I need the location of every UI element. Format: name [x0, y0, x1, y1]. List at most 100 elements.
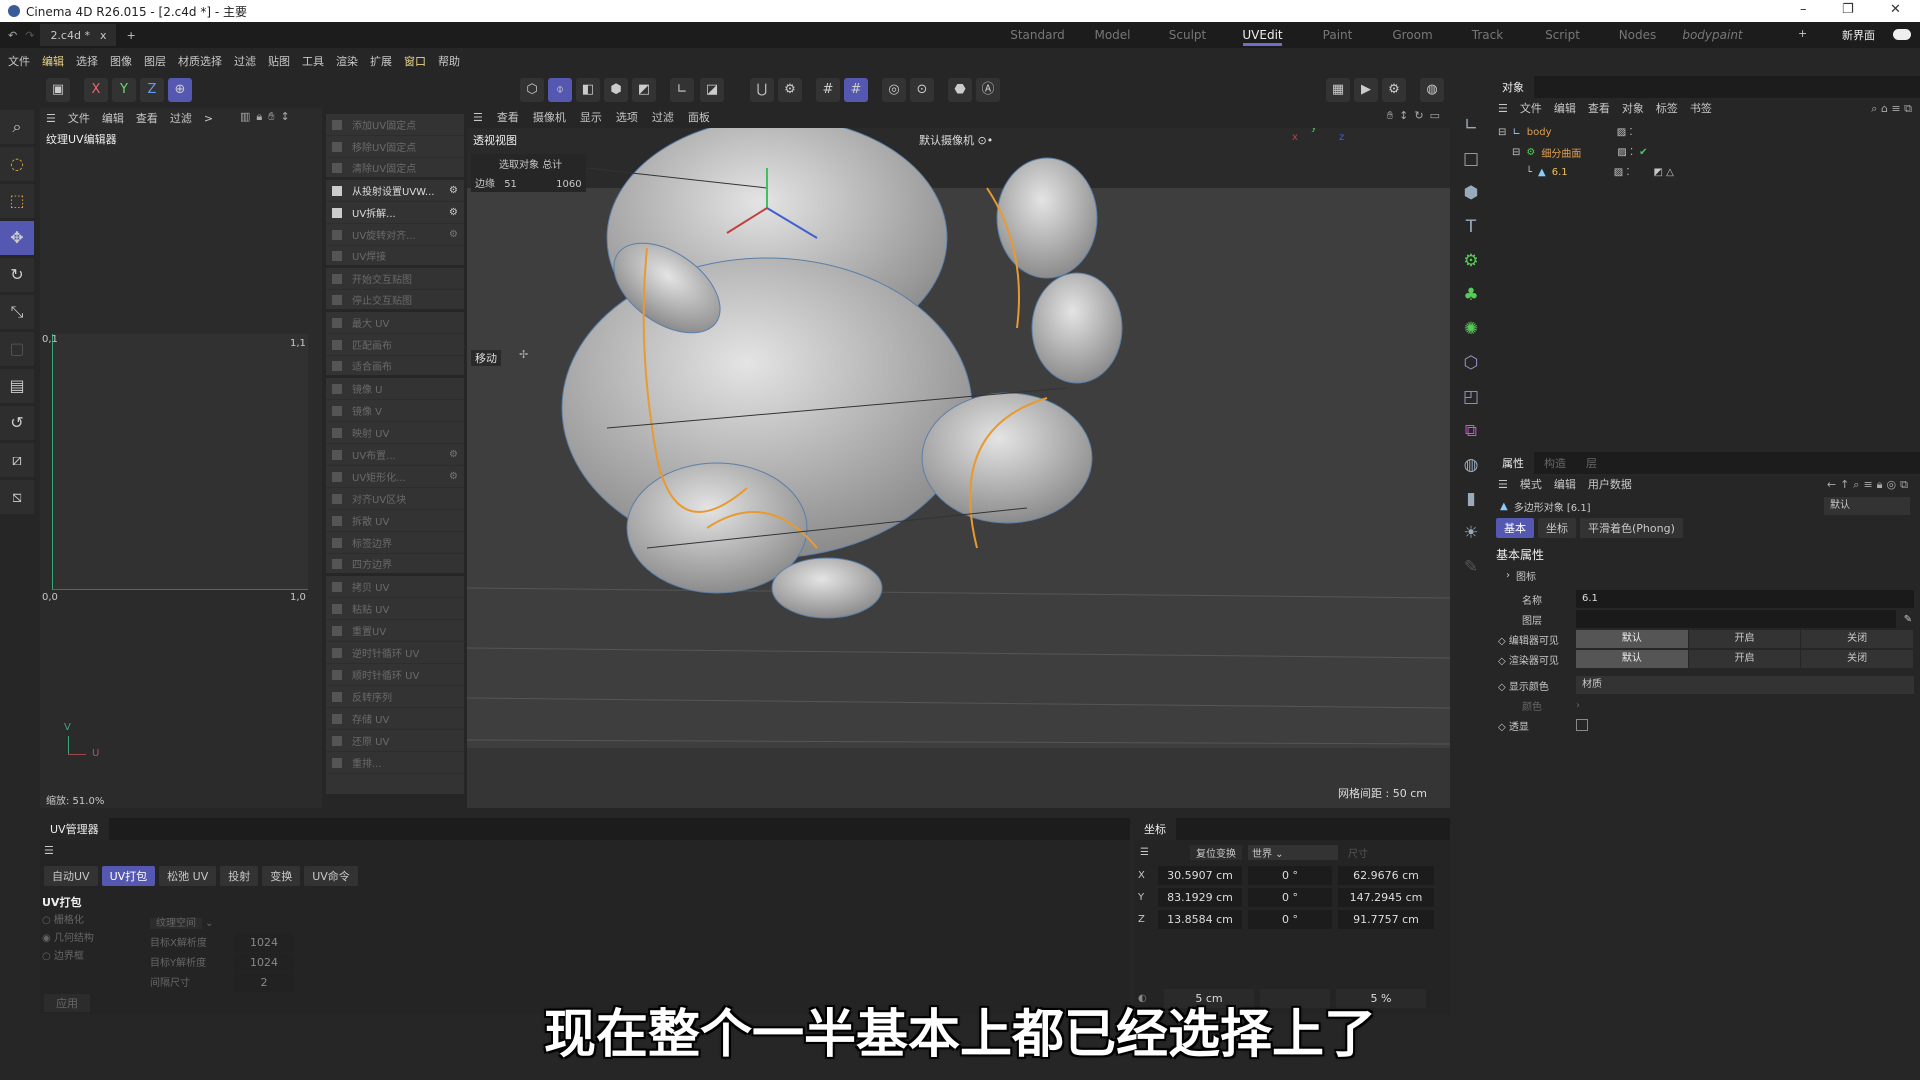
attribute-subtab-2[interactable]: 平滑着色(Phong) — [1580, 518, 1683, 538]
attribute-subtab-1[interactable]: 坐标 — [1538, 518, 1576, 538]
render-queue-icon[interactable]: ◍ — [1420, 78, 1444, 102]
object-menu-0[interactable]: 文件 — [1520, 100, 1542, 116]
new-ui-toggle[interactable] — [1893, 29, 1911, 40]
layout-tab-script[interactable]: Script — [1525, 22, 1600, 48]
coordinate-pos-field[interactable]: 13.8584 cm — [1158, 909, 1242, 929]
object-row[interactable]: └ ▲ 6.1 ▨ ⁚ ◩ △ — [1492, 162, 1920, 182]
uv-command[interactable]: 添加UV固定点 — [326, 114, 464, 136]
menu-0[interactable]: 文件 — [8, 53, 30, 69]
uv-manager-button[interactable]: UV打包 — [101, 866, 156, 886]
uv-command[interactable]: 开始交互贴图 — [326, 268, 464, 290]
gear-icon[interactable]: ⚙ — [449, 449, 458, 460]
magnet-icon[interactable]: ↺ — [0, 406, 34, 440]
uv-command[interactable]: 逆时针循环 UV — [326, 642, 464, 664]
grid-icon[interactable]: # — [816, 78, 840, 102]
uv-command[interactable]: 拆散 UV — [326, 510, 464, 532]
attribute-menu-0[interactable]: 模式 — [1520, 476, 1542, 492]
coordinate-pos-field[interactable]: 30.5907 cm — [1158, 865, 1242, 885]
spline-icon[interactable]: □ — [1456, 144, 1486, 174]
res-y-field[interactable]: 1024 — [234, 953, 294, 972]
display-color-dropdown[interactable]: 材质 — [1576, 676, 1914, 694]
check-icon[interactable]: ✔ — [1639, 147, 1647, 158]
lock-icon[interactable]: 🔒︎ — [1877, 478, 1887, 491]
deformer-icon[interactable]: ✺ — [1456, 314, 1486, 344]
uv-command[interactable]: 镜像 U — [326, 378, 464, 400]
popout-icon[interactable]: ⧉ — [1900, 478, 1912, 491]
uv-command[interactable]: 镜像 V — [326, 400, 464, 422]
render-settings-icon[interactable]: ⚙ — [1382, 78, 1406, 102]
layout-tab-nodes[interactable]: Nodes — [1600, 22, 1675, 48]
dolly-icon[interactable]: ↕ — [1399, 109, 1408, 123]
render-view-icon[interactable]: ▦ — [1326, 78, 1350, 102]
menu-11[interactable]: 窗口 — [404, 53, 426, 69]
close-button[interactable]: ✕ — [1890, 2, 1901, 17]
coordinate-rot-field[interactable]: 0 ° — [1248, 909, 1332, 929]
hamburger-icon[interactable]: ☰ — [1498, 102, 1508, 115]
uv-manager-button[interactable]: 松弛 UV — [159, 866, 217, 886]
hamburger-icon[interactable]: ☰ — [1140, 847, 1190, 858]
filter-icon[interactable]: ≡ — [1863, 478, 1876, 491]
lock-icon[interactable]: 🔒︎ — [256, 110, 262, 124]
chevron-right-icon[interactable]: › — [1506, 570, 1510, 581]
edit-icon[interactable]: ▨ ⁚ — [1617, 127, 1633, 138]
viewport-menu-0[interactable]: 查看 — [497, 109, 519, 125]
uv-stamp-icon[interactable]: ▤ — [0, 369, 34, 403]
menu-10[interactable]: 扩展 — [370, 53, 392, 69]
gear-icon[interactable]: ⚙ — [449, 185, 458, 196]
search-icon[interactable]: ⌕ — [1871, 102, 1877, 115]
tag-icons[interactable]: ◩ △ — [1654, 167, 1674, 178]
cube-icon[interactable]: ⬢ — [1456, 178, 1486, 208]
model-mode-icon[interactable]: ⬡ — [520, 78, 544, 102]
text-icon[interactable]: T — [1456, 212, 1486, 242]
popout-icon[interactable]: ⧉ — [1904, 102, 1912, 115]
object-menu-3[interactable]: 对象 — [1622, 100, 1644, 116]
uv-command[interactable]: 最大 UV — [326, 312, 464, 334]
home-icon[interactable]: ⌂ — [1881, 102, 1888, 115]
uv-command[interactable]: UV布置... ⚙ — [326, 444, 464, 466]
uv-manager-button[interactable]: 投射 — [220, 866, 259, 886]
uv-command[interactable]: 从投射设置UVW... ⚙ — [326, 180, 464, 202]
edit-icon[interactable]: ▨ ⁚ — [1614, 167, 1630, 178]
visibility-option[interactable]: 关闭 — [1801, 630, 1915, 648]
mode-dropdown[interactable]: 默认 — [1824, 497, 1910, 515]
reset-transform-button[interactable]: 复位变换 — [1190, 844, 1242, 860]
snap-icon[interactable]: ⋃ — [750, 78, 774, 102]
uv-command[interactable]: 顺时针循环 UV — [326, 664, 464, 686]
brush-icon[interactable]: ⧅ — [0, 480, 34, 514]
menu-7[interactable]: 贴图 — [268, 53, 290, 69]
menu-4[interactable]: 图层 — [144, 53, 166, 69]
histogram-icon[interactable]: ▥ — [240, 110, 250, 124]
layout-tab-standard[interactable]: Standard — [1000, 22, 1075, 48]
coordinate-system-icon[interactable]: ⊕ — [168, 78, 192, 102]
field-icon[interactable]: ⬡ — [1456, 348, 1486, 378]
gear-icon[interactable]: ⚙ — [449, 471, 458, 482]
hamburger-icon[interactable]: ☰ — [473, 111, 483, 124]
viewport-solo-icon[interactable]: ▣ — [46, 78, 70, 102]
coordinate-rot-field[interactable]: 0 ° — [1248, 865, 1332, 885]
workplane-icon[interactable]: # — [844, 78, 868, 102]
uv-menu-4[interactable]: > — [204, 112, 213, 125]
layout-tab-sculpt[interactable]: Sculpt — [1150, 22, 1225, 48]
pack-radio[interactable]: ○ 边界框 — [42, 948, 94, 966]
visibility-option[interactable]: 默认 — [1576, 650, 1689, 668]
edge-mode-icon[interactable]: ⌽ — [548, 78, 572, 102]
maximize-view-icon[interactable]: ▭ — [1430, 109, 1440, 123]
camera-icon[interactable]: ▮ — [1456, 484, 1486, 514]
null-object-icon[interactable]: ∟ — [1456, 110, 1486, 140]
attribute-menu-2[interactable]: 用户数据 — [1588, 476, 1632, 492]
uv-command[interactable]: 拷贝 UV — [326, 576, 464, 598]
hamburger-icon[interactable]: ☰ — [40, 840, 1130, 862]
uv-transform-icon[interactable]: ▢ — [0, 332, 34, 366]
light-icon[interactable]: ☀ — [1456, 518, 1486, 548]
uv-command[interactable]: UV矩形化... ⚙ — [326, 466, 464, 488]
uv-command[interactable]: 粘贴 UV — [326, 598, 464, 620]
menu-5[interactable]: 材质选择 — [178, 53, 222, 69]
menu-6[interactable]: 过滤 — [234, 53, 256, 69]
space-dropdown[interactable]: 纹理空间 — [150, 918, 202, 929]
eyedropper-icon[interactable]: ✎ — [1896, 614, 1920, 625]
lock-y-button[interactable]: Y — [112, 78, 136, 102]
edit-icon[interactable]: ▨ ⁚ — [1617, 147, 1633, 158]
close-tab-icon[interactable]: x — [100, 29, 107, 42]
tab-objects[interactable]: 对象 — [1492, 76, 1534, 98]
visibility-option[interactable]: 关闭 — [1801, 650, 1915, 668]
